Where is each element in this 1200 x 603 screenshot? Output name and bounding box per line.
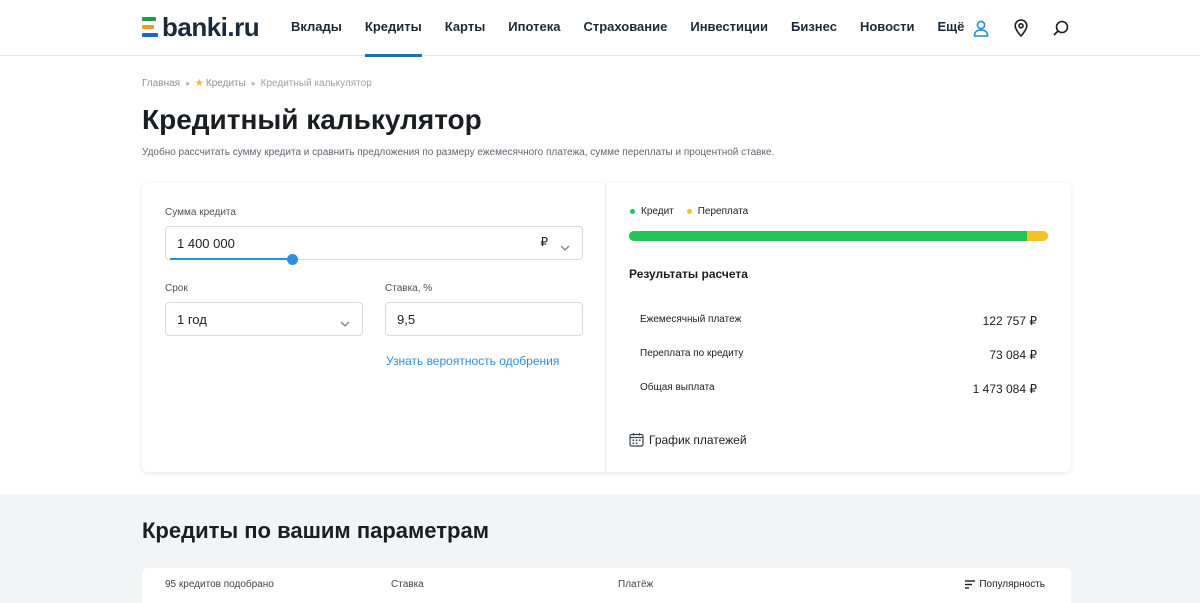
star-icon: ★ <box>194 78 204 89</box>
breadcrumb-credits[interactable]: Кредиты <box>206 78 246 89</box>
nav-item-mortgage[interactable]: Ипотека <box>508 0 560 56</box>
location-pin-icon[interactable] <box>1010 17 1032 39</box>
term-label: Срок <box>165 283 188 294</box>
banki-logo[interactable]: banki.ru <box>142 12 260 42</box>
amount-label: Сумма кредита <box>165 207 236 218</box>
card-divider <box>605 183 606 472</box>
offers-section: Кредиты по вашим параметрам 95 кредитов … <box>0 494 1200 603</box>
legend-overpay-label: Переплата <box>697 206 749 217</box>
results-title: Результаты расчета <box>629 267 748 281</box>
chevron-down-icon[interactable] <box>560 238 570 256</box>
amount-slider-track[interactable] <box>170 258 292 260</box>
result-row-total: Общая выплата 1 473 084 ₽ <box>640 382 1037 396</box>
amount-input[interactable]: 1 400 000 ₽ <box>165 226 583 260</box>
main-nav: Вклады Кредиты Карты Ипотека Страхование… <box>291 0 987 57</box>
nav-item-insurance[interactable]: Страхование <box>583 0 667 56</box>
calendar-icon <box>629 433 644 447</box>
chevron-down-icon <box>340 314 350 332</box>
legend-overpay: Переплата <box>686 206 749 217</box>
legend-overpay-dot <box>686 209 692 214</box>
amount-value: 1 400 000 <box>177 235 235 251</box>
breadcrumb-separator: ● <box>185 79 190 88</box>
bar-segment-credit <box>629 231 1028 241</box>
breadcrumb-current: Кредитный калькулятор <box>260 78 372 89</box>
sort-label: Популярность <box>979 579 1045 590</box>
nav-item-cards[interactable]: Карты <box>445 0 486 56</box>
result-row-monthly: Ежемесячный платеж 122 757 ₽ <box>640 314 1037 328</box>
logo-text: banki.ru <box>162 12 260 42</box>
sort-icon <box>965 580 976 589</box>
rate-value: 9,5 <box>397 311 416 327</box>
page-title: Кредитный калькулятор <box>142 104 482 135</box>
search-icon[interactable] <box>1050 17 1072 39</box>
result-label: Переплата по кредиту <box>640 348 744 359</box>
legend-credit-label: Кредит <box>641 206 674 217</box>
term-select[interactable]: 1 год <box>165 302 363 336</box>
breadcrumb-separator: ● <box>250 79 256 88</box>
column-rate[interactable]: Ставка <box>391 579 424 590</box>
page-subtitle: Удобно рассчитать сумму кредита и сравни… <box>142 147 775 158</box>
header-actions <box>952 17 1072 39</box>
user-icon[interactable] <box>970 17 992 39</box>
nav-item-deposits[interactable]: Вклады <box>291 0 342 56</box>
approval-probability-link[interactable]: Узнать вероятность одобрения <box>386 354 559 368</box>
chart-legend: Кредит Переплата <box>630 206 761 217</box>
offers-count: 95 кредитов подобрано <box>165 579 274 590</box>
result-row-overpayment: Переплата по кредиту 73 084 ₽ <box>640 348 1037 362</box>
result-value: 122 757 ₽ <box>982 314 1037 328</box>
bar-segment-overpay <box>1027 231 1048 241</box>
rate-input[interactable]: 9,5 <box>385 302 583 336</box>
rate-label: Ставка, % <box>385 283 433 294</box>
amount-slider-handle[interactable] <box>286 254 298 265</box>
nav-item-investments[interactable]: Инвестиции <box>690 0 768 56</box>
legend-credit: Кредит <box>630 206 674 217</box>
legend-credit-dot <box>630 209 635 214</box>
offers-title: Кредиты по вашим параметрам <box>142 518 489 543</box>
nav-item-credits[interactable]: Кредиты <box>364 0 422 57</box>
calculator-card: Сумма кредита 1 400 000 ₽ Срок 1 год Ста… <box>142 183 1071 472</box>
sort-select[interactable]: Популярность <box>965 579 1045 590</box>
site-header: banki.ru Вклады Кредиты Карты Ипотека Ст… <box>0 0 1200 57</box>
payment-schedule-label: График платежей <box>649 432 747 447</box>
nav-item-news[interactable]: Новости <box>860 0 915 56</box>
breadcrumb: Главная ● ★ Кредиты ● Кредитный калькуля… <box>142 78 372 89</box>
nav-item-business[interactable]: Бизнес <box>791 0 837 56</box>
result-value: 73 084 ₽ <box>989 348 1037 362</box>
result-value: 1 473 084 ₽ <box>972 382 1037 396</box>
currency-select[interactable]: ₽ <box>540 235 548 249</box>
result-label: Ежемесячный платеж <box>640 314 742 325</box>
column-payment[interactable]: Платёж <box>618 579 653 590</box>
breadcrumb-home[interactable]: Главная <box>142 78 180 89</box>
offers-list-header: 95 кредитов подобрано Ставка Платёж Попу… <box>142 568 1071 603</box>
logo-mark-icon <box>142 17 160 37</box>
result-label: Общая выплата <box>640 382 715 393</box>
payment-schedule-link[interactable]: График платежей <box>629 432 747 447</box>
term-value: 1 год <box>177 311 207 327</box>
payment-structure-bar <box>629 231 1048 241</box>
